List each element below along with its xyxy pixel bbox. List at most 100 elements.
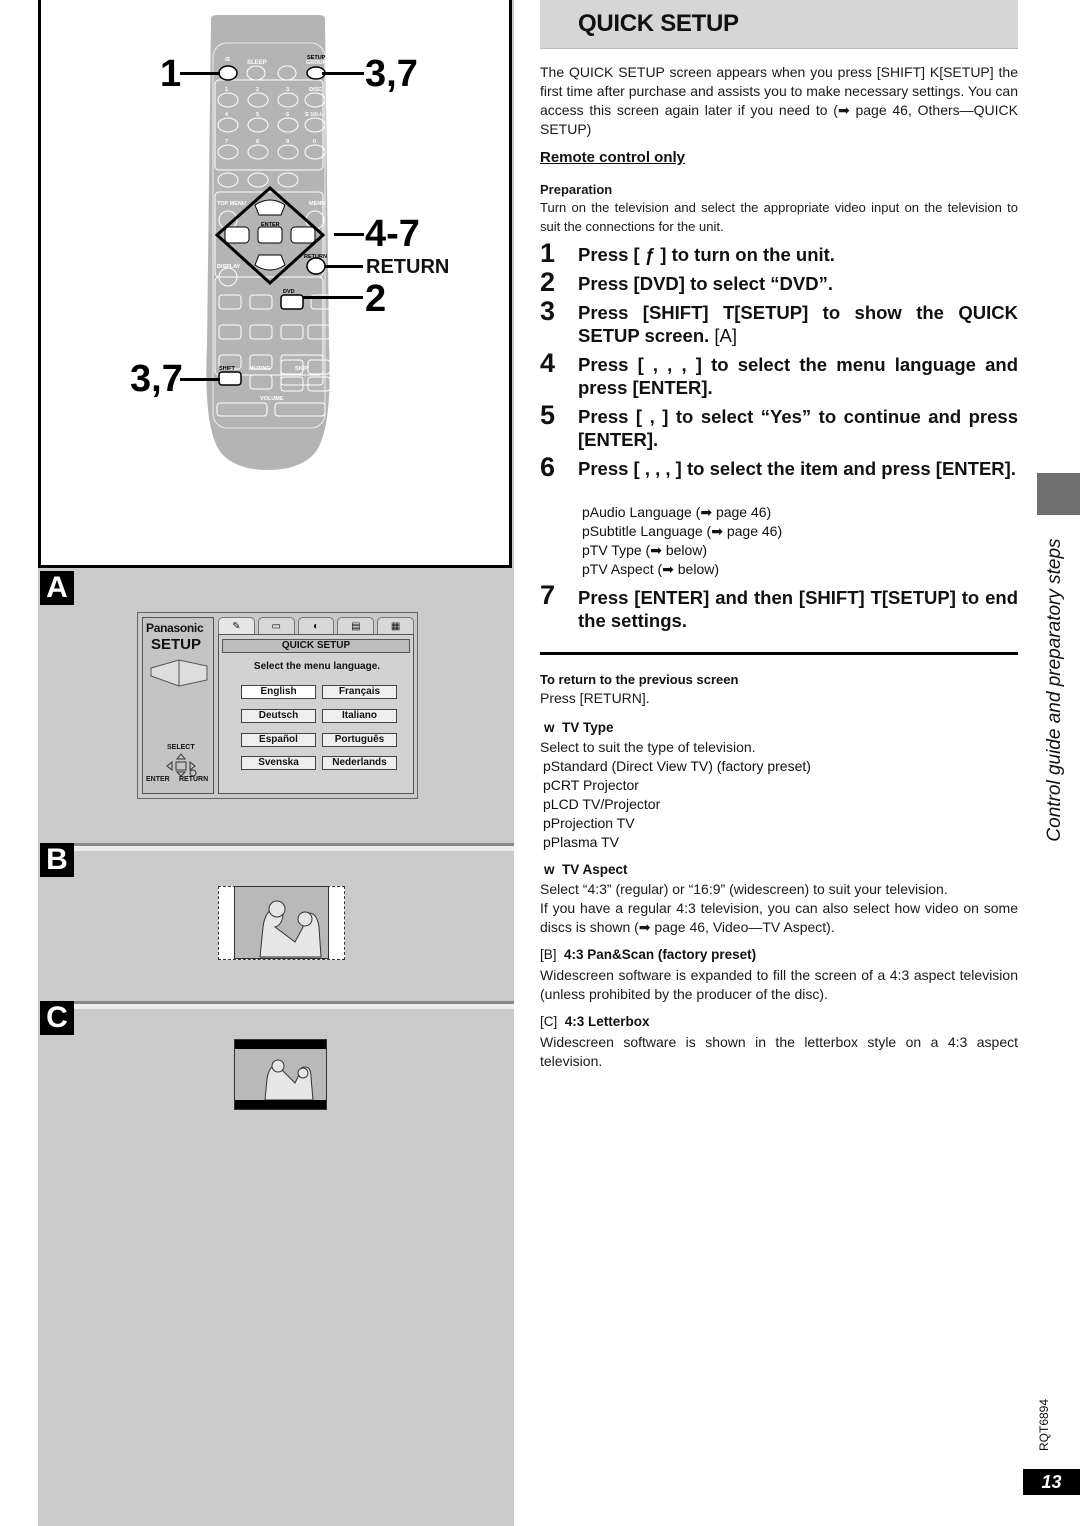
figure-ref-c: [C]	[540, 1014, 558, 1029]
step-text: Press [ , , , ] to select the menu langu…	[578, 354, 1018, 398]
tab-disc-icon[interactable]: ✎	[218, 617, 255, 634]
callout-line	[180, 378, 220, 381]
language-option-espanol[interactable]: Español	[241, 733, 316, 747]
language-option-portugues[interactable]: Português	[322, 733, 397, 747]
figure-label-c: C	[40, 1001, 74, 1035]
callout-step-3-7-setup: 3,7	[365, 53, 418, 95]
svg-text:Œ: Œ	[225, 57, 231, 63]
tab-others-icon[interactable]: ▦	[377, 617, 414, 634]
section-divider	[40, 1001, 514, 1009]
step-text: Press [SHIFT] T[SETUP] to show the QUICK…	[578, 301, 1018, 347]
step6-item: pSubtitle Language (➡ page 46)	[582, 523, 783, 539]
tv-aspect-note: If you have a regular 4:3 television, yo…	[540, 900, 1018, 935]
svg-text:VOLUME: VOLUME	[260, 396, 284, 402]
language-option-deutsch[interactable]: Deutsch	[241, 709, 316, 723]
step-number: 4	[540, 348, 556, 378]
down-arrow-button	[254, 254, 286, 271]
letterbox-frame	[234, 1039, 327, 1110]
couple-illustration	[259, 900, 322, 958]
tab-display-icon[interactable]: ▤	[337, 617, 375, 634]
svg-text:7: 7	[225, 139, 228, 145]
callout-step-1: 1	[160, 53, 182, 95]
couple-illustration	[264, 1059, 314, 1101]
callout-return: RETURN	[366, 256, 450, 278]
document-code-text: RQT6894	[1037, 1398, 1051, 1452]
step-text: Press [ , , , ] to select the item and p…	[578, 458, 1016, 479]
svg-text:9: 9	[286, 139, 289, 145]
section-title-bar: QUICK SETUP	[540, 0, 1018, 49]
svg-text:5: 5	[256, 112, 259, 118]
svg-text:2: 2	[256, 87, 259, 93]
left-arrow-button	[224, 226, 250, 244]
figure-ref-a: [A]	[709, 325, 738, 346]
tab-audio-icon[interactable]: ◐	[297, 617, 335, 634]
callout-step-4-7: 4-7	[365, 213, 420, 255]
letterbox-text: Widescreen software is shown in the lett…	[540, 1034, 1018, 1069]
svg-text:S 10/-/--: S 10/-/--	[305, 112, 325, 118]
step-number: 3	[540, 296, 556, 326]
language-option-english[interactable]: English	[241, 685, 316, 699]
callout-step-3-7-shift: 3,7	[130, 358, 183, 400]
svg-text:MENU: MENU	[309, 201, 325, 207]
setup-screen: Panasonic SETUP SELECT ENTER RETURN ✎ ▭ …	[137, 612, 418, 799]
intro-paragraph: The QUICK SETUP screen appears when you …	[540, 64, 1018, 137]
tv-type-option: pLCD TV/Projector	[543, 796, 661, 812]
language-option-francais[interactable]: Français	[322, 685, 397, 699]
step-number: 7	[540, 580, 556, 610]
up-arrow-button	[254, 199, 286, 216]
tv-type-option: pPlasma TV	[543, 834, 619, 850]
tv-type-option: pCRT Projector	[543, 777, 639, 793]
callout-line	[334, 233, 364, 236]
pan-scan-heading: [B] 4:3 Pan&Scan (factory preset)	[540, 947, 756, 962]
svg-text:SKIP: SKIP	[295, 366, 308, 372]
horizontal-rule	[540, 652, 1018, 655]
chapter-label-text: Control guide and preparatory steps	[1044, 538, 1065, 842]
callout-line	[322, 72, 364, 75]
figure-ref-b: [B]	[540, 947, 557, 962]
pan-scan-picture	[234, 886, 329, 959]
step6-item: pTV Aspect (➡ below)	[582, 561, 720, 577]
setup-sidebar: Panasonic SETUP SELECT ENTER RETURN	[142, 617, 214, 794]
setup-tabs: ✎ ▭ ◐ ▤ ▦	[218, 617, 414, 634]
language-option-svenska[interactable]: Svenska	[241, 756, 316, 770]
chapter-tab-marker	[1037, 473, 1080, 515]
navigation-pad-icon	[166, 753, 197, 777]
tab-video-icon[interactable]: ▭	[257, 617, 295, 634]
quick-setup-panel: QUICK SETUP Select the menu language. En…	[218, 634, 414, 794]
svg-text:RETURN: RETURN	[304, 254, 327, 260]
remote-only-heading: Remote control only	[540, 149, 686, 166]
step-3-text: Press [SHIFT] T[SETUP] to show the QUICK…	[578, 302, 1018, 346]
step6-item: pAudio Language (➡ page 46)	[582, 504, 772, 520]
step-text: Press [ ƒ ] to turn on the unit.	[578, 244, 835, 265]
return-heading: To return to the previous screen	[540, 672, 739, 687]
letterbox-bar-bottom	[235, 1100, 326, 1109]
nav-enter-label: ENTER	[146, 776, 170, 783]
preparation-heading: Preparation	[540, 182, 613, 197]
right-arrow-button	[290, 226, 316, 244]
svg-text:0: 0	[313, 139, 316, 145]
tv-type-heading: w TV Type	[544, 720, 614, 735]
dvd-player-icon	[150, 659, 208, 687]
svg-text:SLEEP: SLEEP	[247, 60, 267, 66]
step-text: Press [DVD] to select “DVD”.	[578, 273, 833, 294]
section-divider	[40, 843, 514, 851]
language-option-nederlands[interactable]: Nederlands	[322, 756, 397, 770]
power-button	[218, 65, 238, 81]
nav-select-label: SELECT	[167, 744, 195, 751]
svg-text:DVD: DVD	[283, 289, 295, 295]
svg-text:1: 1	[225, 87, 228, 93]
tv-aspect-text: Select “4:3” (regular) or “16:9” (widesc…	[540, 881, 948, 897]
step-number: 5	[540, 400, 556, 430]
callout-line	[180, 72, 220, 75]
callout-line	[303, 296, 363, 299]
svg-text:GROUP: GROUP	[306, 60, 327, 66]
chapter-label: Control guide and preparatory steps	[1035, 520, 1075, 860]
preparation-text: Turn on the television and select the ap…	[540, 200, 1018, 234]
enter-button	[257, 226, 283, 244]
tv-aspect-heading: w TV Aspect	[544, 862, 628, 877]
pan-scan-title: 4:3 Pan&Scan (factory preset)	[564, 947, 757, 962]
step6-item: pTV Type (➡ below)	[582, 542, 708, 558]
brand-logo: Panasonic	[146, 621, 204, 635]
remote-control-illustration: Œ SLEEP SETUP GROUP 1 2 3 DISC 4 5 6 S 1…	[206, 15, 332, 470]
language-option-italiano[interactable]: Italiano	[322, 709, 397, 723]
